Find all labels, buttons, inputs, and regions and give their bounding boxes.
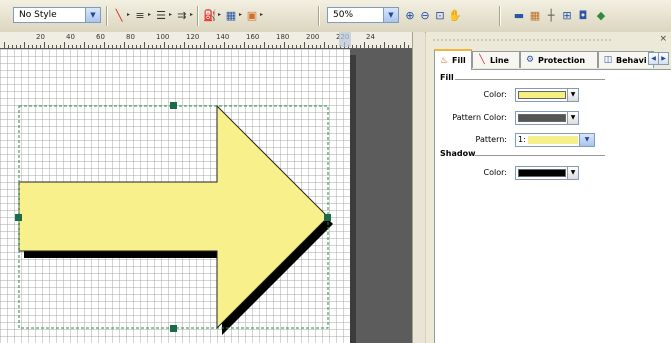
selection-handle-bottom[interactable] (170, 325, 177, 332)
grip-icon (432, 39, 612, 41)
selection-handle-left[interactable] (15, 214, 22, 221)
chevron-down-icon[interactable]: ▼ (567, 89, 578, 101)
divider (455, 79, 605, 80)
pattern-select[interactable]: 1: ▼ (515, 133, 595, 147)
tab-line[interactable]: ╲ Line (472, 51, 520, 68)
fill-properties: Fill Color: ▼ Pattern Color: ▼ Pattern: … (434, 70, 671, 343)
shadow-color-swatch (518, 169, 566, 177)
color-icon[interactable]: ◆ (594, 8, 608, 22)
properties-tabs: ♨ Fill ╲ Line ⚙ Protection ◫ Behavi (434, 49, 671, 70)
arrow-shape[interactable] (18, 104, 329, 330)
zoom-out-icon[interactable]: ⊖ (418, 8, 432, 22)
guides-icon[interactable]: ┼ (544, 8, 558, 22)
fill-color-picker[interactable]: ▼ (515, 88, 579, 102)
tab-fill[interactable]: ♨ Fill (434, 49, 472, 70)
pattern-color-label: Pattern Color: (452, 113, 507, 122)
properties-panel: × ♨ Fill ╲ Line ⚙ Protection ◫ Behavi ◀ … (426, 32, 671, 343)
vertical-scrollbar[interactable] (412, 32, 425, 343)
chevron-down-icon[interactable]: ▼ (567, 167, 578, 179)
selection-handle-top[interactable] (170, 102, 177, 109)
pattern-value: 1: (518, 135, 526, 144)
behavior-icon: ◫ (603, 55, 613, 65)
chevron-down-icon[interactable]: ▼ (579, 134, 594, 146)
tab-behavior[interactable]: ◫ Behavi (598, 51, 654, 68)
chevron-down-icon[interactable]: ▼ (567, 112, 578, 124)
view-ruler-icon[interactable]: ▬ (512, 8, 526, 22)
grid-icon[interactable]: ▦ (528, 8, 542, 22)
fill-color-swatch (518, 91, 566, 99)
line-icon: ╲ (479, 55, 485, 65)
tab-fill-label: Fill (452, 56, 466, 65)
shadow-group-label: Shadow (440, 149, 476, 158)
fill-group-label: Fill (440, 73, 454, 82)
tab-line-label: Line (490, 55, 509, 65)
snap-icon[interactable]: ◘ (576, 8, 590, 22)
toolbar-separator (499, 6, 501, 26)
tab-protection[interactable]: ⚙ Protection (520, 51, 598, 68)
shadow-color-label: Color: (483, 168, 507, 177)
protection-icon: ⚙ (525, 55, 535, 65)
pattern-color-picker[interactable]: ▼ (515, 111, 579, 125)
pattern-label: Pattern: (475, 135, 507, 144)
arrow-shape-layer (15, 102, 333, 335)
connection-points-icon[interactable]: ⊞ (560, 8, 574, 22)
close-icon[interactable]: × (659, 34, 667, 44)
shadow-color-picker[interactable]: ▼ (515, 166, 579, 180)
tab-protection-label: Protection (538, 55, 586, 65)
divider (475, 155, 605, 156)
tab-scroll-right-icon[interactable]: ▶ (658, 52, 669, 65)
zoom-page-icon[interactable]: ⊡ (433, 8, 447, 22)
tab-behavior-label: Behavi (616, 55, 647, 65)
selection-handle-right[interactable] (324, 214, 331, 221)
pan-hand-icon[interactable]: ✋ (448, 8, 462, 22)
fill-bucket-icon: ♨ (439, 55, 449, 66)
pattern-color-swatch (518, 114, 566, 122)
panel-title-bar[interactable]: × (426, 32, 671, 48)
pattern-preview (528, 136, 578, 144)
fill-color-label: Color: (483, 90, 507, 99)
